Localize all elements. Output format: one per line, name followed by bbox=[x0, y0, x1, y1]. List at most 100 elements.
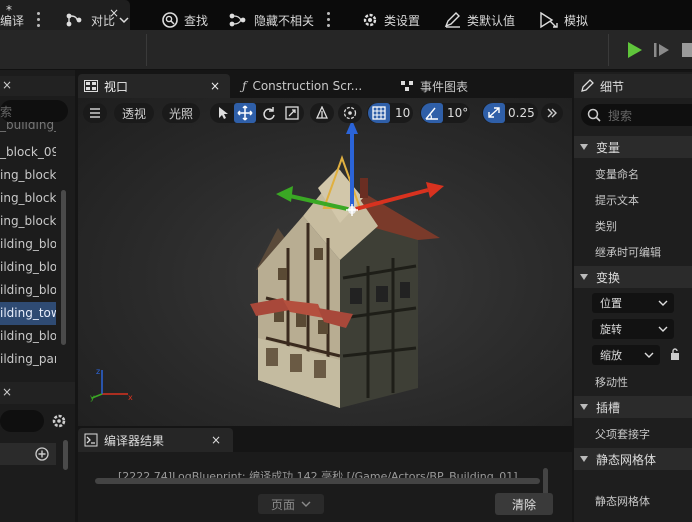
close-icon[interactable]: × bbox=[2, 385, 12, 399]
list-item[interactable]: ilding_block bbox=[0, 279, 56, 302]
category-transform[interactable]: 变换 bbox=[574, 266, 692, 288]
main-toolbar bbox=[0, 30, 692, 70]
scale-snap-value[interactable]: 0.25 bbox=[508, 106, 535, 120]
compile-button[interactable]: 编译 bbox=[0, 9, 24, 31]
grid-snap-toggle[interactable] bbox=[368, 103, 390, 123]
function-icon: ƒ bbox=[242, 79, 247, 93]
stop-icon[interactable] bbox=[680, 41, 692, 59]
lit-mode-button[interactable]: 光照 bbox=[162, 103, 200, 123]
building-model bbox=[250, 120, 444, 408]
world-local-button[interactable] bbox=[338, 103, 362, 123]
list-item[interactable]: ilding_block bbox=[0, 256, 56, 279]
details-header[interactable]: 细节 bbox=[574, 74, 692, 98]
tab-event-graph[interactable]: 事件图表 bbox=[394, 74, 564, 98]
viewport-menu-button[interactable] bbox=[83, 103, 107, 123]
move-icon bbox=[237, 105, 253, 121]
chevron-down-icon bbox=[301, 501, 311, 507]
page-dropdown-label: 页面 bbox=[270, 497, 295, 512]
lock-icon[interactable] bbox=[668, 347, 682, 361]
compiler-log-icon bbox=[84, 433, 98, 447]
rotation-label: 旋转 bbox=[600, 323, 622, 336]
output-horizontal-scrollbar[interactable] bbox=[95, 478, 540, 484]
list-item[interactable]: ing_block_0 bbox=[0, 210, 56, 233]
category-sockets-label: 插槽 bbox=[596, 400, 621, 415]
angle-icon bbox=[425, 107, 438, 120]
hide-unrelated-button[interactable]: 隐藏不相关 bbox=[228, 9, 314, 31]
prop-static-mesh: 静态网格体 bbox=[595, 495, 650, 508]
collapse-triangle-icon bbox=[580, 404, 588, 410]
add-icon[interactable] bbox=[35, 447, 49, 461]
prop-parent-socket: 父项套接字 bbox=[595, 428, 650, 441]
svg-text:x: x bbox=[128, 393, 133, 402]
list-item[interactable]: _building_block_00 bbox=[0, 122, 56, 132]
chevron-down-icon bbox=[658, 300, 668, 306]
viewport-icon bbox=[84, 80, 98, 92]
simulate-icon bbox=[540, 11, 558, 29]
grid-icon bbox=[372, 106, 386, 120]
scale-dropdown[interactable]: 缩放 bbox=[592, 345, 660, 365]
close-icon[interactable]: × bbox=[211, 433, 221, 447]
diff-icon bbox=[66, 13, 82, 27]
list-item[interactable]: ilding_block bbox=[0, 233, 56, 256]
close-icon[interactable]: × bbox=[210, 79, 220, 93]
page-dropdown[interactable]: 页面 bbox=[258, 494, 324, 514]
list-item[interactable]: ilding_par bbox=[0, 348, 56, 371]
tab-compiler-results[interactable]: 编译器结果 × bbox=[78, 428, 233, 452]
category-variables-label: 变量 bbox=[596, 140, 621, 155]
tab-viewport[interactable]: 视口 × bbox=[78, 74, 230, 98]
compile-options-icon[interactable] bbox=[37, 10, 40, 30]
left-scrollbar[interactable] bbox=[61, 190, 66, 345]
clear-button[interactable]: 清除 bbox=[495, 493, 553, 515]
components-search-input[interactable] bbox=[0, 410, 44, 432]
rotation-dropdown[interactable]: 旋转 bbox=[592, 319, 674, 339]
step-play-icon[interactable] bbox=[653, 42, 671, 58]
class-defaults-label: 类默认值 bbox=[467, 13, 516, 28]
gear-icon[interactable] bbox=[50, 412, 68, 430]
components-scrollbar[interactable] bbox=[63, 440, 68, 470]
diff-button[interactable]: 对比 bbox=[65, 9, 133, 31]
prop-editable-inherit: 继承时可编辑 bbox=[595, 246, 661, 259]
close-icon[interactable]: × bbox=[2, 78, 12, 92]
scale-snap-toggle[interactable] bbox=[483, 103, 505, 123]
list-item[interactable]: ilding_block bbox=[0, 325, 56, 348]
tab-compiler-label: 编译器结果 bbox=[104, 433, 165, 448]
translate-tool-button[interactable] bbox=[234, 103, 256, 123]
surface-snap-icon bbox=[315, 106, 329, 119]
left-search-placeholder: 索 bbox=[0, 105, 13, 119]
rotate-icon[interactable] bbox=[262, 106, 276, 120]
category-sockets[interactable]: 插槽 bbox=[574, 396, 692, 418]
list-item-selected[interactable]: ilding_tow bbox=[0, 302, 56, 325]
grid-snap-value[interactable]: 10 bbox=[395, 106, 410, 120]
play-icon[interactable] bbox=[626, 40, 644, 60]
category-variables[interactable]: 变量 bbox=[574, 136, 692, 158]
select-cursor-icon[interactable] bbox=[216, 106, 230, 120]
pencil-icon bbox=[444, 12, 460, 28]
viewport-more-button[interactable] bbox=[541, 103, 563, 123]
rotation-snap-toggle[interactable] bbox=[421, 103, 443, 123]
list-item[interactable]: ing_block_0 bbox=[0, 187, 56, 210]
axis-indicator-icon: z x y bbox=[90, 367, 133, 402]
class-defaults-button[interactable]: 类默认值 bbox=[443, 9, 515, 31]
location-dropdown[interactable]: 位置 bbox=[592, 293, 674, 313]
category-static-mesh[interactable]: 静态网格体 bbox=[574, 448, 692, 470]
svg-text:z: z bbox=[96, 367, 100, 376]
find-button[interactable]: 查找 bbox=[160, 9, 208, 31]
surface-snap-button[interactable] bbox=[310, 103, 334, 123]
event-graph-icon bbox=[401, 81, 413, 91]
double-chevron-right-icon bbox=[547, 108, 557, 118]
find-icon bbox=[162, 12, 178, 28]
list-item[interactable]: _block_09 bbox=[0, 141, 56, 164]
class-settings-button[interactable]: 类设置 bbox=[360, 9, 420, 31]
simulate-label: 模拟 bbox=[564, 13, 589, 28]
more-options-icon[interactable] bbox=[327, 10, 330, 30]
rotation-snap-value[interactable]: 10° bbox=[447, 106, 468, 120]
viewport-canvas[interactable]: z x y bbox=[78, 98, 572, 426]
chevron-down-icon bbox=[658, 326, 668, 332]
perspective-button[interactable]: 透视 bbox=[114, 103, 154, 123]
category-static-mesh-label: 静态网格体 bbox=[596, 452, 657, 467]
list-item[interactable]: ing_block_0 bbox=[0, 164, 56, 187]
tab-construction-script[interactable]: ƒ Construction Scr... bbox=[236, 74, 386, 98]
svg-text:y: y bbox=[90, 393, 95, 402]
simulate-button[interactable]: 模拟 bbox=[538, 9, 588, 31]
scale-icon[interactable] bbox=[285, 106, 299, 120]
